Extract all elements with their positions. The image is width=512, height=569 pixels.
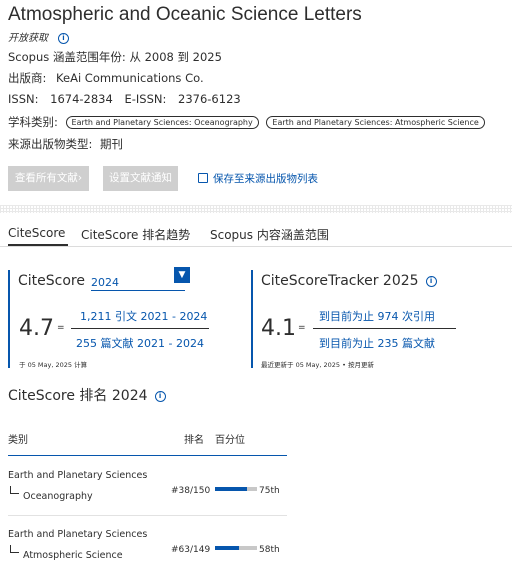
citescore-value: 4.7 [19,316,54,341]
tab-scopus-coverage[interactable]: Scopus 内容涵盖范围 [210,226,329,243]
row-percentile: 75th [259,486,280,496]
view-all-documents-label: 查看所有文献 [14,172,78,184]
col-percentile: 百分位 [215,435,245,446]
tree-elbow [10,545,19,553]
equals-sign: = [298,323,306,333]
fraction-line [71,328,209,329]
row-divider [8,515,287,516]
row-category: Earth and Planetary Sciences [8,470,148,481]
info-icon[interactable]: i [58,32,69,44]
tree-elbow [10,486,19,494]
publisher-label: 出版商: [8,71,47,85]
row-rank: #63/149 [171,545,211,555]
ranking-title: CiteScore 排名 2024 i [8,385,166,405]
year-select-underline [91,290,185,291]
issn-value: 1674-2834 [50,92,113,106]
type-row: 来源出版物类型: 期刊 [8,136,123,152]
coverage-row: Scopus 涵盖范围年份: 从 2008 到 2025 [8,49,222,65]
tracker-documents-link[interactable]: 到目前为止 235 篇文献 [319,335,435,351]
percentile-bar-fill [215,487,247,491]
row-subcategory: Atmospheric Science [23,550,123,561]
tab-citescore-rank-trend[interactable]: CiteScore 排名趋势 [81,226,190,243]
tracker-update-note: 最近更新于 05 May, 2025 • 按月更新 [261,361,374,369]
tab-citescore[interactable]: CiteScore [8,226,65,240]
equals-sign: = [57,323,65,333]
save-to-list-label: 保存至来源出版物列表 [213,173,318,185]
percentile-bar-fill [215,546,240,550]
subject-row: 学科类别: Earth and Planetary Sciences: Ocea… [8,114,485,130]
eissn-label: E-ISSN: [124,92,167,106]
section-divider [0,205,512,213]
citescore-calc-note: 于 05 May, 2025 计算 [19,361,88,369]
issn-label: ISSN: [8,92,39,106]
fraction-line [313,328,456,329]
col-rank: 排名 [184,435,204,446]
citescore-card-border [8,270,10,368]
tracker-value: 4.1 [261,316,296,341]
tracker-card-border [251,270,253,368]
citescore-documents-link[interactable]: 255 篇文献 2021 - 2024 [76,335,204,351]
row-category: Earth and Planetary Sciences [8,529,148,540]
tracker-label-text: CiteScoreTracker 2025 [261,273,419,289]
source-title: Atmospheric and Oceanic Science Letters [8,4,362,25]
view-all-documents-button[interactable]: 查看所有文献› [8,166,89,191]
ranking-title-text: CiteScore 排名 2024 [8,388,148,404]
subject-label: 学科类别: [8,115,58,129]
info-icon[interactable]: i [154,390,166,402]
type-value: 期刊 [100,137,124,151]
publisher-row: 出版商: KeAi Communications Co. [8,70,204,86]
citescore-label: CiteScore [18,273,85,289]
coverage-value: 从 2008 到 2025 [129,50,222,64]
coverage-label: Scopus 涵盖范围年份: [8,50,126,64]
tracker-citations-link[interactable]: 到目前为止 974 次引用 [319,308,435,324]
year-select[interactable]: 2024 [91,276,119,289]
open-access-label: 开放获取 i [8,29,69,44]
bookmark-icon [198,173,208,183]
tabs-divider [0,246,512,247]
chevron-right-icon: › [77,172,83,184]
chevron-down-icon[interactable]: ▼ [174,267,190,283]
set-alert-button[interactable]: 设置文献通知 [103,166,178,191]
eissn-value: 2376-6123 [178,92,241,106]
row-rank: #38/150 [171,486,211,496]
info-icon[interactable]: i [425,275,437,287]
row-subcategory: Oceanography [23,491,93,502]
col-category: 类别 [8,435,28,446]
issn-row: ISSN: 1674-2834 E-ISSN: 2376-6123 [8,92,241,106]
tracker-label: CiteScoreTracker 2025 i [261,273,437,289]
table-header-line [8,455,287,456]
subject-tag[interactable]: Earth and Planetary Sciences: Oceanograp… [65,116,259,129]
set-alert-label: 设置文献通知 [109,172,172,184]
citescore-citations-link[interactable]: 1,211 引文 2021 - 2024 [80,308,207,324]
save-to-list-link[interactable]: 保存至来源出版物列表 [198,171,318,186]
publisher-value: KeAi Communications Co. [56,71,204,85]
subject-tag[interactable]: Earth and Planetary Sciences: Atmospheri… [266,116,485,129]
open-access-text: 开放获取 [8,33,48,44]
row-percentile: 58th [259,545,280,555]
type-label: 来源出版物类型: [8,137,93,151]
